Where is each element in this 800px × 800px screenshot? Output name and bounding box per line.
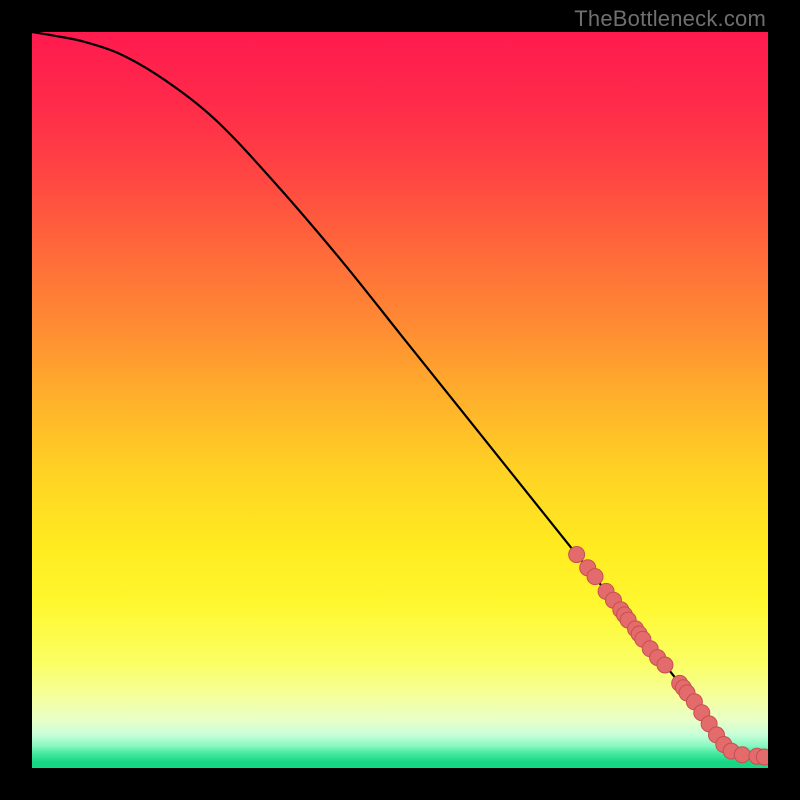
watermark-text: TheBottleneck.com xyxy=(574,6,766,32)
data-point xyxy=(756,749,768,765)
data-point xyxy=(657,657,673,673)
data-point xyxy=(734,747,750,763)
chart-overlay xyxy=(32,32,768,768)
data-points xyxy=(569,547,768,765)
chart-frame: TheBottleneck.com xyxy=(0,0,800,800)
data-point xyxy=(587,569,603,585)
data-point xyxy=(569,547,585,563)
plot-area xyxy=(32,32,768,768)
